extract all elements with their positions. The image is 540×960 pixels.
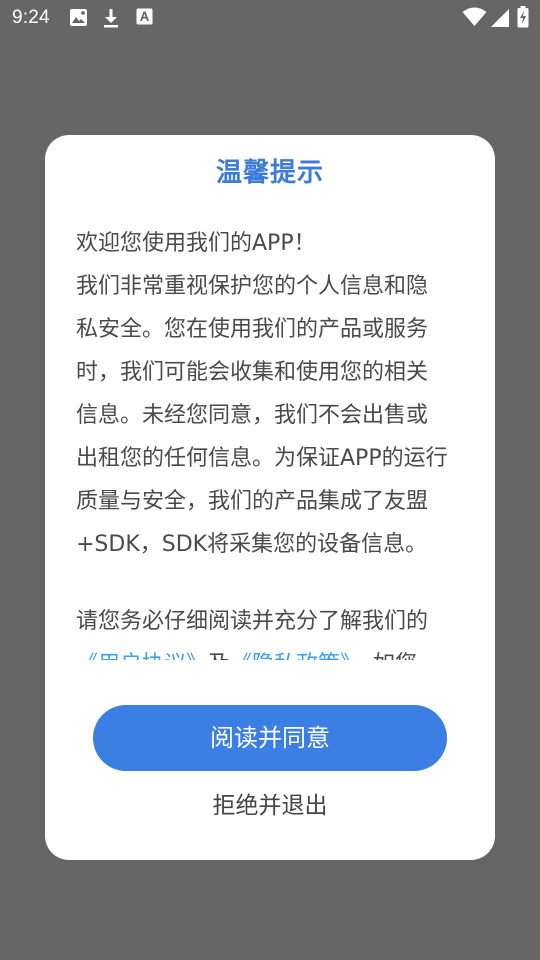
and-text: 及 [208,652,230,660]
dialog-line: 请您务必仔细阅读并充分了解我们的 [76,609,429,634]
status-bar: 9:24 [0,0,540,36]
image-icon [70,9,87,26]
dialog-line: +SDK，SDK将采集您的设备信息。 [76,532,428,557]
status-time: 9:24 [12,7,50,28]
dialog-line: 信息。未经您同意，我们不会出售或 [76,403,429,428]
font-icon [136,8,153,25]
dialog-line-links: 《用户协议》及《隐私政策》，如您 [76,643,476,660]
battery-icon [517,6,529,28]
dialog-line: 出租您的任何信息。为保证APP的运行 [76,446,448,471]
dialog-line: 私安全。您在使用我们的产品或服务 [76,317,429,342]
dialog-line: 欢迎您使用我们的APP！ [76,231,316,256]
dialog-line: 我们非常重视保护您的个人信息和隐 [76,274,429,299]
agree-button[interactable]: 阅读并同意 [93,705,447,771]
dialog-line: 时，我们可能会收集和使用您的相关 [76,360,429,385]
privacy-policy-link[interactable]: 《隐私政策》 [230,652,351,660]
dialog-line: 质量与安全，我们的产品集成了友盟 [76,489,429,514]
download-icon [104,9,118,28]
wifi-icon [462,7,487,26]
signal-icon [491,9,509,27]
dialog-title: 温馨提示 [215,158,324,188]
dialog-content[interactable]: 欢迎您使用我们的APP！ 我们非常重视保护您的个人信息和隐 私安全。您在使用我们… [76,222,476,660]
continuation-text: ，如您 [351,652,417,660]
user-agreement-link[interactable]: 《用户协议》 [76,652,208,660]
reject-button[interactable]: 拒绝并退出 [170,786,370,826]
